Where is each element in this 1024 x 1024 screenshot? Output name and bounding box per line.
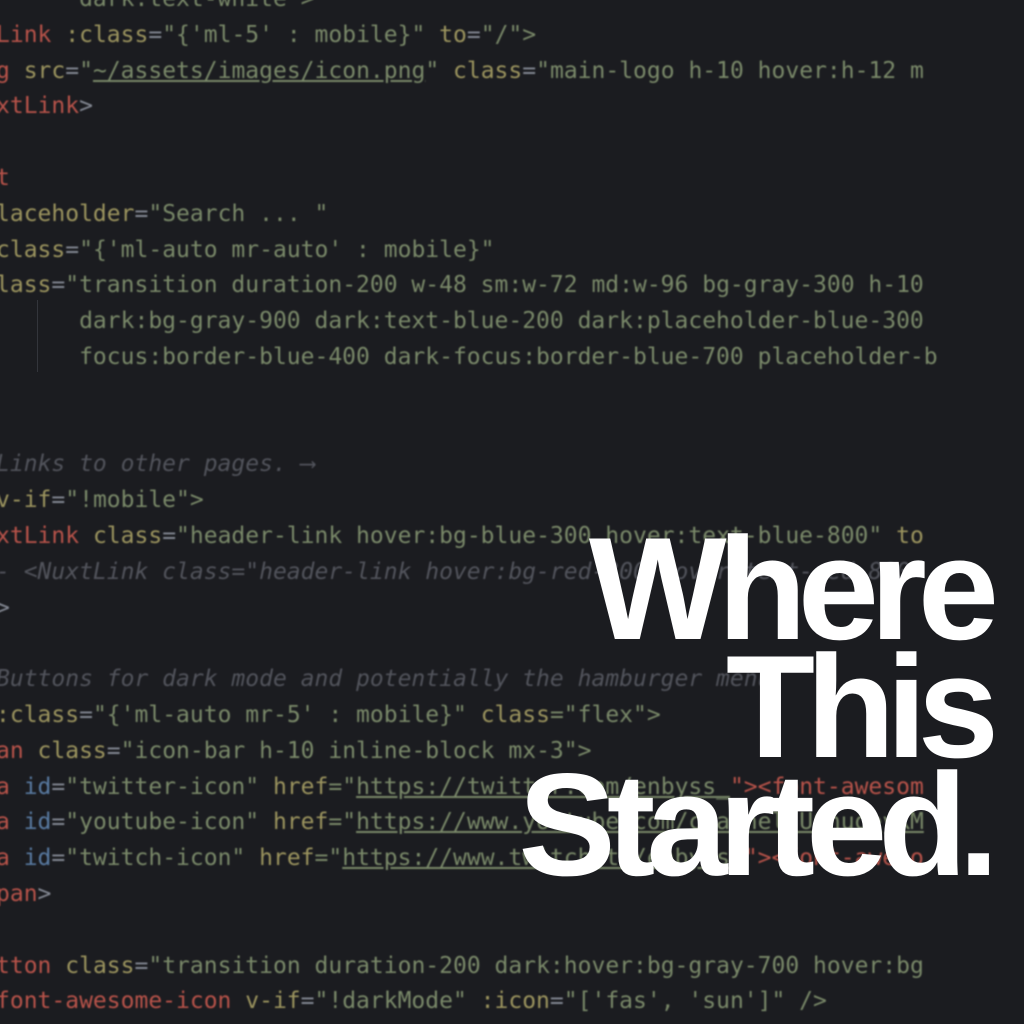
code-token: a bbox=[0, 845, 10, 872]
code-token: "twitter-icon" bbox=[65, 773, 273, 800]
code-token: "transition duration-200 w-48 sm:w-72 md… bbox=[65, 272, 924, 299]
code-token: "Search ... " bbox=[148, 200, 329, 227]
code-token: a bbox=[0, 773, 10, 800]
code-token: g bbox=[0, 57, 10, 84]
code-token: " bbox=[425, 57, 454, 84]
code-token: id bbox=[23, 845, 52, 872]
code-token: "{'ml-5' : mobile}" bbox=[162, 21, 426, 48]
code-line: Link :class="{'ml-5' : mobile}" to="/"> bbox=[0, 18, 938, 54]
code-token: id bbox=[23, 809, 52, 836]
code-line: class="{'ml-auto mr-auto' : mobile}" bbox=[0, 233, 938, 269]
code-token: "{'ml-auto mr-5' : mobile}" bbox=[92, 701, 481, 728]
code-token: "!mobile"> bbox=[65, 487, 204, 514]
code-token: "/"> bbox=[480, 21, 537, 48]
code-token: = bbox=[106, 737, 121, 764]
code-token: = bbox=[162, 522, 177, 549]
code-line: g src="~/assets/images/icon.png" class="… bbox=[0, 54, 938, 90]
code-token: laceholder bbox=[0, 200, 135, 227]
code-token: = bbox=[134, 200, 149, 227]
code-token: "youtube-icon" bbox=[65, 809, 273, 836]
code-token: = bbox=[51, 809, 66, 836]
code-token: id bbox=[23, 773, 52, 800]
code-line: font-awesome-icon v-if="!darkMode" :icon… bbox=[0, 984, 938, 1020]
code-token: = bbox=[65, 236, 80, 263]
code-token: class bbox=[37, 737, 107, 764]
code-token: = bbox=[79, 701, 93, 728]
code-token: = bbox=[51, 487, 66, 514]
code-token: xtLink bbox=[0, 93, 80, 120]
code-token: class bbox=[0, 236, 66, 263]
code-line: tton class="transition duration-200 dark… bbox=[0, 949, 938, 985]
code-token: Link bbox=[0, 21, 66, 48]
code-line: lass="transition duration-200 w-48 sm:w-… bbox=[0, 268, 938, 304]
code-token: dark:bg-gray-900 dark:text-blue-200 dark… bbox=[0, 308, 924, 335]
code-token: = bbox=[549, 988, 564, 1015]
code-token: class bbox=[65, 952, 135, 979]
code-token: =" bbox=[314, 845, 343, 872]
code-token: "transition duration-200 dark:hover:bg-g… bbox=[148, 952, 924, 979]
code-token: = bbox=[148, 21, 163, 48]
code-token: href bbox=[259, 845, 315, 872]
code-token: "{'ml-auto mr-auto' : mobile}" bbox=[79, 236, 495, 263]
code-token: pan bbox=[0, 880, 38, 907]
code-token: "['fas', 'sun']" /> bbox=[563, 988, 827, 1015]
code-token: dark:text-white"> bbox=[0, 0, 314, 12]
code-token: "!darkMode" bbox=[314, 988, 481, 1015]
code-token: Links to other pages. ⟶ bbox=[0, 451, 315, 478]
code-line: focus:border-blue-400 dark-focus:border-… bbox=[0, 340, 938, 376]
code-token: = bbox=[300, 988, 315, 1015]
indent-guide bbox=[37, 300, 38, 372]
code-token: class bbox=[453, 57, 523, 84]
code-token: :class bbox=[0, 701, 80, 728]
code-token: a bbox=[0, 809, 10, 836]
code-line: dark:text-white"> bbox=[0, 0, 938, 18]
code-token: v-if bbox=[245, 988, 301, 1015]
code-token: "main-logo h-10 hover:h-12 m bbox=[536, 57, 924, 84]
code-token: focus:border-blue-400 dark-focus:border-… bbox=[0, 343, 938, 370]
code-token: > bbox=[37, 880, 52, 907]
code-token: = bbox=[65, 57, 80, 84]
code-token: href bbox=[272, 773, 329, 800]
code-line: Links to other pages. ⟶ bbox=[0, 447, 938, 483]
code-token: = bbox=[134, 952, 149, 979]
code-line: t bbox=[0, 161, 938, 197]
code-token: v-if bbox=[0, 487, 52, 514]
code-token: lass bbox=[0, 272, 52, 299]
code-token: src bbox=[23, 57, 66, 84]
code-token: an bbox=[0, 737, 38, 764]
code-token: class bbox=[92, 522, 163, 549]
code-token: href bbox=[272, 809, 329, 836]
code-token: to bbox=[425, 21, 467, 48]
code-token: = bbox=[466, 21, 481, 48]
code-token: = bbox=[51, 845, 66, 872]
code-token: = bbox=[51, 272, 66, 299]
code-token: "twitch-icon" bbox=[65, 845, 260, 872]
code-token: = bbox=[51, 773, 66, 800]
code-token: t bbox=[0, 164, 10, 191]
headline-line-3: Started. bbox=[518, 743, 999, 906]
code-line: xtLink> bbox=[0, 89, 938, 125]
code-token: > bbox=[79, 93, 93, 120]
code-token: =" bbox=[328, 773, 357, 800]
code-token: :class bbox=[65, 21, 149, 48]
code-line: dark:bg-gray-900 dark:text-blue-200 dark… bbox=[0, 304, 938, 340]
code-token: =" bbox=[328, 809, 357, 836]
code-token: = bbox=[522, 57, 537, 84]
code-token: font-awesome-icon bbox=[0, 988, 246, 1015]
code-token: :icon bbox=[480, 988, 550, 1015]
headline: Where This Started. bbox=[518, 516, 999, 906]
code-token: xtLink bbox=[0, 522, 93, 549]
code-line: laceholder="Search ... " bbox=[0, 197, 938, 233]
code-token: tton bbox=[0, 952, 66, 979]
code-token: " bbox=[79, 57, 93, 84]
code-token: > bbox=[0, 594, 10, 621]
code-token: ~/assets/images/icon.png bbox=[92, 57, 426, 84]
